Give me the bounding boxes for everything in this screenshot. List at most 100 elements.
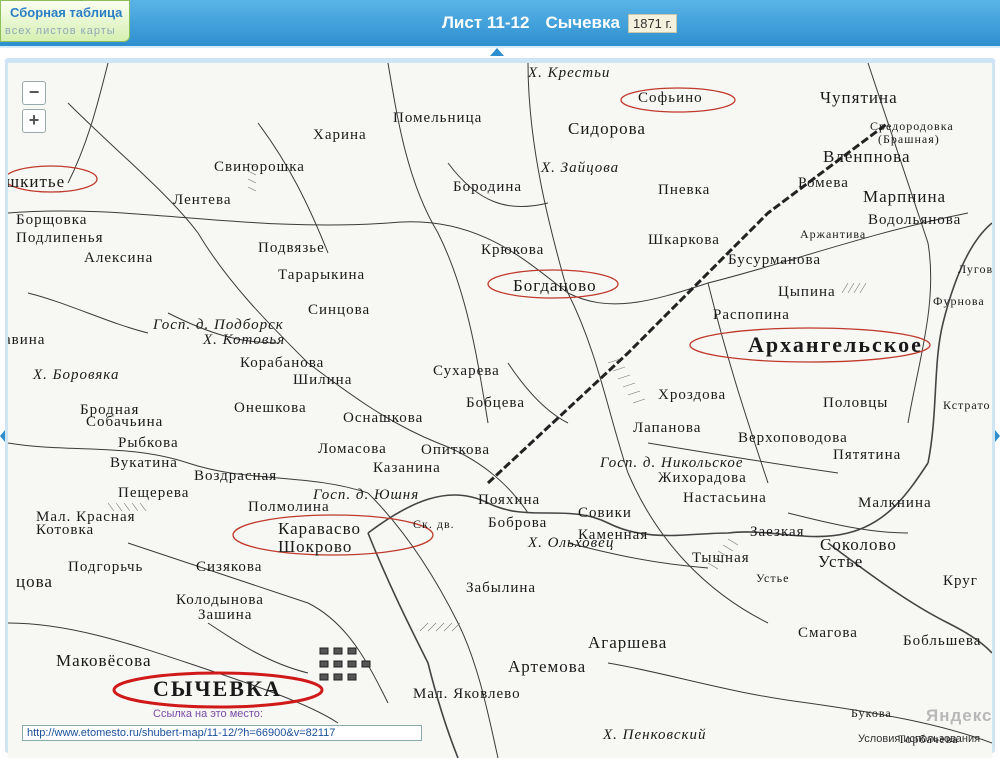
map-label: Х. Боровяка <box>33 367 120 383</box>
index-table-title: Сборная таблица <box>10 5 123 20</box>
map-label: Опиткова <box>421 442 491 458</box>
map-label: Бобльшева <box>903 633 982 649</box>
map-label: Воздрасная <box>194 468 278 484</box>
map-label: Маковёсова <box>56 651 152 670</box>
map-label: Вленпнова <box>823 147 911 166</box>
map-label: Пневка <box>658 182 711 198</box>
map-label: Чупятина <box>820 88 898 107</box>
map-label: Бусурманова <box>728 252 822 268</box>
map-label: Водольянова <box>868 212 962 228</box>
map-label: Луговы <box>958 262 992 276</box>
map-label: Шилина <box>293 372 353 388</box>
map-label: Полмолина <box>248 499 330 515</box>
map-label: Х. Котовья <box>203 332 286 348</box>
map-label: шкитье <box>8 172 66 191</box>
index-table-subtitle: всех листов карты <box>5 25 116 37</box>
pan-east-arrow-icon[interactable] <box>995 430 1000 442</box>
map-label: Ромева <box>798 175 849 191</box>
map-label: Хроздова <box>658 387 727 403</box>
map-label: Помельница <box>393 110 483 126</box>
map-label: Рыбкова <box>118 435 179 451</box>
map-label: Казанина <box>373 460 441 476</box>
map-label: Лентева <box>173 192 232 208</box>
map-label: Цыпина <box>778 284 836 300</box>
map-label: Х. Ольховец <box>528 535 615 551</box>
map-label: Половцы <box>823 395 889 411</box>
sheet-number: Лист 11-12 <box>442 13 530 32</box>
map-label: Подлипенья <box>16 230 104 246</box>
map-label: Борщовка <box>16 212 88 228</box>
map-label: Артемова <box>508 657 587 676</box>
map-label: Х. Пенковский <box>603 727 707 743</box>
map-label: Алексина <box>84 250 154 266</box>
map-label: (Брашная) <box>878 132 940 146</box>
map-label: Ломасова <box>318 441 387 457</box>
index-table-button[interactable]: Сборная таблица всех листов карты <box>0 0 130 42</box>
zoom-out-button[interactable]: − <box>22 81 46 105</box>
map-label: Онешкова <box>234 400 307 416</box>
map-label: Забылина <box>466 580 537 596</box>
map-label: Верхоповодова <box>738 430 848 446</box>
terms-link[interactable]: Условия использования <box>858 733 980 745</box>
map-label: Бобцева <box>466 395 525 411</box>
map-label: Жихорадова <box>658 470 747 486</box>
map-label: Пятятина <box>833 447 902 463</box>
map-label: Богданово <box>513 276 597 295</box>
map-label: Госп. д. Подборск <box>153 317 284 333</box>
map-label: Малкнина <box>858 495 932 511</box>
map-viewport[interactable]: Харина Помельница Х. Крестьи Софьино Сидоров… <box>8 63 992 758</box>
map-label: Тарарыкина <box>278 267 366 283</box>
map-label: Лапанова <box>633 420 702 436</box>
map-label: цова <box>16 572 53 591</box>
sheet-title: Лист 11-12 Сычевка 1871 г. <box>442 11 678 35</box>
map-label: Шкаркова <box>648 232 720 248</box>
map-label: Харина <box>313 127 367 143</box>
map-label: Соколово <box>820 535 897 554</box>
map-label: Х. Зайцова <box>541 160 620 176</box>
map-label: Агаршева <box>588 633 668 652</box>
map-label: Настасьина <box>683 490 767 506</box>
map-label: Подгорьчь <box>68 559 144 575</box>
map-label: Совики <box>578 505 632 521</box>
map-label: Круг <box>943 573 978 589</box>
map-label: Госп. д. Никольское <box>600 455 744 471</box>
map-label: Заезкая <box>750 524 805 540</box>
map-label: Сидорова <box>568 119 646 138</box>
map-label: Синцова <box>308 302 371 318</box>
map-label: Мал. Яковлево <box>413 686 521 702</box>
map-label: Собачьина <box>86 414 164 430</box>
map-label: СЫЧЕВКА <box>153 676 282 701</box>
map-label: Котовка <box>36 522 95 538</box>
zoom-in-button[interactable]: + <box>22 109 46 133</box>
map-label: Ск. дв. <box>413 517 455 531</box>
map-label: Средородовка <box>870 119 954 133</box>
year-badge: 1871 г. <box>627 13 678 33</box>
map-label: Зашина <box>198 607 253 623</box>
map-label: Пещерева <box>118 485 190 501</box>
map-label: Подвязье <box>258 240 325 256</box>
map-label: Корабанова <box>240 355 325 371</box>
sheet-place: Сычевка <box>545 13 620 32</box>
map-label: авина <box>8 332 46 348</box>
map-label: Сизякова <box>196 559 263 575</box>
map-label: Марпнина <box>863 187 947 206</box>
map-label: Шокрово <box>278 537 353 556</box>
map-label: Сухарева <box>433 363 500 379</box>
map-label: Свинорошка <box>214 159 305 175</box>
map-label: Устье <box>756 571 790 585</box>
map-label: Боброва <box>488 515 548 531</box>
map-label: Колодынова <box>176 592 264 608</box>
map-label: Каравасво <box>278 519 362 538</box>
map-label: Смагова <box>798 625 858 641</box>
link-hint: Ссылка на это место: <box>153 708 263 720</box>
link-url-field[interactable]: http://www.etomesto.ru/shubert-map/11-12… <box>22 725 422 741</box>
pan-north-arrow-icon[interactable] <box>490 48 504 56</box>
map-label: Кстрато <box>943 398 991 412</box>
map-label: Аржантива <box>800 227 867 241</box>
map-label: Бородина <box>453 179 523 195</box>
map-label: Вукатина <box>110 455 178 471</box>
top-bar: Сборная таблица всех листов карты Лист 1… <box>0 0 1000 48</box>
map-label: Софьино <box>638 90 703 106</box>
map-label: Букова <box>851 706 892 720</box>
map-label: Крюкова <box>481 242 545 258</box>
